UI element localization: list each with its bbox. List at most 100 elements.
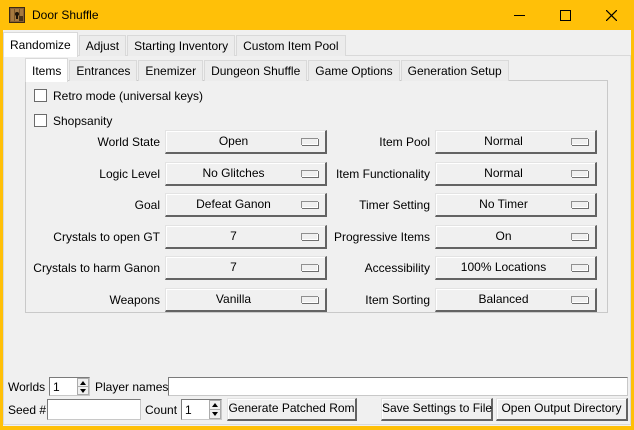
tab-game-options-label: Game Options (315, 64, 392, 78)
tab-generation-setup-label: Generation Setup (408, 64, 502, 78)
worlds-spin-down-button[interactable] (77, 387, 89, 395)
tab-items-label: Items (32, 64, 61, 78)
item-sorting-label: Item Sorting (320, 288, 430, 312)
item-functionality-label: Item Functionality (320, 162, 430, 186)
dropdown-indicator-icon (571, 170, 588, 177)
worlds-input[interactable] (50, 378, 77, 395)
titlebar: Door Shuffle (0, 0, 634, 30)
tab-randomize-label: Randomize (10, 38, 71, 52)
tab-entrances-label: Entrances (76, 64, 130, 78)
item-sorting-value: Balanced (436, 289, 571, 310)
tab-enemizer-label: Enemizer (145, 64, 196, 78)
spin-up-icon (212, 403, 218, 407)
dropdown-indicator-icon (301, 296, 318, 303)
logic-level-value: No Glitches (166, 163, 301, 184)
close-button[interactable] (588, 0, 634, 30)
crystals-gt-dropdown[interactable]: 7 (165, 225, 327, 249)
window-title: Door Shuffle (32, 0, 99, 30)
crystals-gt-label: Crystals to open GT (25, 225, 160, 249)
dropdown-indicator-icon (301, 201, 318, 208)
generate-patched-rom-button[interactable]: Generate Patched Rom (227, 398, 357, 421)
logic-level-dropdown[interactable]: No Glitches (165, 162, 327, 186)
item-functionality-dropdown[interactable]: Normal (435, 162, 597, 186)
crystals-ganon-value: 7 (166, 257, 301, 278)
tab-adjust-label: Adjust (86, 39, 119, 53)
progressive-items-dropdown[interactable]: On (435, 225, 597, 249)
count-input[interactable] (182, 400, 209, 419)
accessibility-dropdown[interactable]: 100% Locations (435, 256, 597, 280)
minimize-icon (514, 10, 525, 21)
goal-value: Defeat Ganon (166, 194, 301, 215)
dropdown-indicator-icon (571, 296, 588, 303)
tab-game-options[interactable]: Game Options (308, 60, 399, 81)
player-names-input[interactable] (168, 377, 628, 396)
goal-dropdown[interactable]: Defeat Ganon (165, 193, 327, 217)
door-icon (9, 7, 25, 23)
tab-randomize[interactable]: Randomize (3, 32, 78, 57)
dropdown-indicator-icon (571, 233, 588, 240)
outer-tab-bar: Randomize Adjust Starting Inventory Cust… (3, 31, 347, 56)
item-functionality-value: Normal (436, 163, 571, 184)
close-icon (606, 10, 617, 21)
tab-custom-item-pool-label: Custom Item Pool (243, 39, 338, 53)
count-spin-up-button[interactable] (209, 400, 221, 410)
maximize-icon (560, 10, 571, 21)
weapons-value: Vanilla (166, 289, 301, 310)
timer-setting-value: No Timer (436, 194, 571, 215)
tab-items[interactable]: Items (25, 58, 68, 82)
count-spinner[interactable] (181, 399, 222, 420)
shopsanity-label: Shopsanity (53, 114, 112, 128)
player-names-label: Player names (95, 377, 168, 397)
inner-tab-bar: Items Entrances Enemizer Dungeon Shuffle… (25, 57, 510, 81)
tab-dungeon-shuffle[interactable]: Dungeon Shuffle (204, 60, 307, 81)
worlds-spin-up-button[interactable] (77, 378, 89, 387)
dropdown-indicator-icon (301, 233, 318, 240)
crystals-gt-value: 7 (166, 226, 301, 247)
weapons-dropdown[interactable]: Vanilla (165, 288, 327, 312)
world-state-value: Open (166, 131, 301, 152)
tab-entrances[interactable]: Entrances (69, 60, 137, 81)
shopsanity-checkbox[interactable] (34, 114, 47, 127)
world-state-dropdown[interactable]: Open (165, 130, 327, 154)
item-pool-dropdown[interactable]: Normal (435, 130, 597, 154)
tab-custom-item-pool[interactable]: Custom Item Pool (236, 35, 345, 56)
timer-setting-label: Timer Setting (320, 193, 430, 217)
open-output-directory-button[interactable]: Open Output Directory (496, 398, 628, 421)
item-sorting-dropdown[interactable]: Balanced (435, 288, 597, 312)
tab-starting-inventory[interactable]: Starting Inventory (127, 35, 235, 56)
accessibility-label: Accessibility (320, 256, 430, 280)
maximize-button[interactable] (542, 0, 588, 30)
worlds-spinner[interactable] (49, 377, 90, 396)
tab-adjust[interactable]: Adjust (79, 35, 126, 56)
item-pool-value: Normal (436, 131, 571, 152)
tab-generation-setup[interactable]: Generation Setup (401, 60, 509, 81)
seed-input[interactable] (47, 399, 141, 420)
minimize-button[interactable] (496, 0, 542, 30)
dropdown-indicator-icon (301, 170, 318, 177)
save-settings-button[interactable]: Save Settings to File (381, 398, 493, 421)
dropdown-indicator-icon (301, 264, 318, 271)
item-pool-label: Item Pool (320, 130, 430, 154)
weapons-label: Weapons (25, 288, 160, 312)
world-state-label: World State (25, 130, 160, 154)
progressive-items-value: On (436, 226, 571, 247)
dropdown-indicator-icon (571, 138, 588, 145)
dropdown-indicator-icon (571, 201, 588, 208)
count-label: Count (145, 400, 177, 420)
dropdown-indicator-icon (571, 264, 588, 271)
timer-setting-dropdown[interactable]: No Timer (435, 193, 597, 217)
seed-label: Seed # (8, 400, 46, 420)
retro-mode-label: Retro mode (universal keys) (53, 89, 203, 103)
worlds-label: Worlds (8, 377, 45, 397)
spin-down-icon (212, 412, 218, 416)
crystals-ganon-dropdown[interactable]: 7 (165, 256, 327, 280)
spin-up-icon (80, 381, 86, 385)
tab-starting-inventory-label: Starting Inventory (134, 39, 228, 53)
count-spin-down-button[interactable] (209, 410, 221, 419)
goal-label: Goal (25, 193, 160, 217)
tab-enemizer[interactable]: Enemizer (138, 60, 203, 81)
retro-mode-checkbox[interactable] (34, 89, 47, 102)
app-window: Door Shuffle Randomize Adjust Starting I… (0, 0, 634, 430)
crystals-ganon-label: Crystals to harm Ganon (25, 256, 160, 280)
tab-dungeon-shuffle-label: Dungeon Shuffle (211, 64, 300, 78)
